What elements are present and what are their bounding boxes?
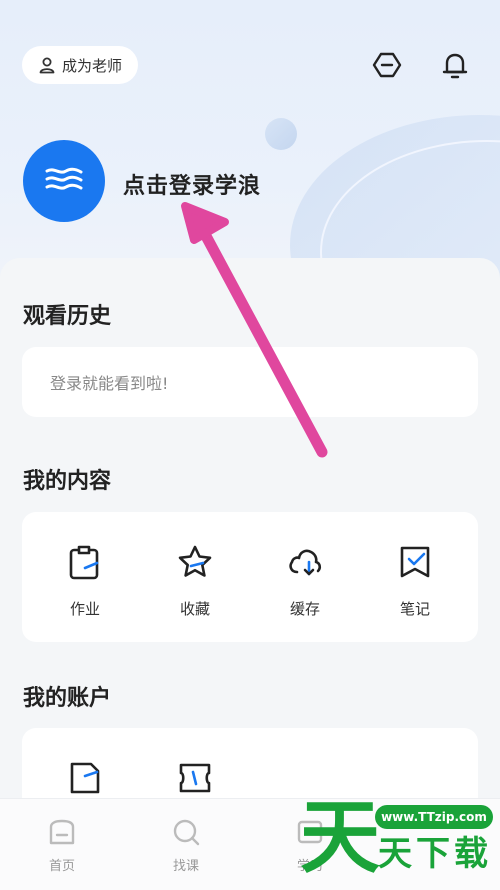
content-item-label: 作业: [69, 600, 100, 618]
tab-label: 找课: [172, 859, 199, 874]
bell-icon: [442, 53, 468, 79]
content-item-label: 收藏: [179, 600, 210, 618]
watermark-name: 天下载: [378, 834, 492, 874]
watermark-big-char: 天: [300, 791, 380, 884]
notifications-button[interactable]: [438, 48, 472, 82]
avatar[interactable]: [23, 140, 105, 222]
my-account-title: 我的账户: [23, 686, 112, 711]
history-empty-text: 登录就能看到啦!: [50, 374, 169, 393]
login-prompt[interactable]: 点击登录学浪: [123, 168, 261, 200]
coupon-icon: [179, 763, 211, 793]
content-item-favorites[interactable]: 收藏: [145, 544, 245, 619]
watermark-logo: 天 www.TTzip.com 天下载: [300, 793, 500, 889]
content-item-cache[interactable]: 缓存: [255, 544, 355, 619]
cloud-download-icon: [289, 549, 322, 576]
scan-button[interactable]: [370, 48, 404, 82]
history-title: 观看历史: [23, 304, 112, 329]
tab-find-course[interactable]: 找课: [151, 817, 221, 874]
tab-label: 首页: [48, 859, 75, 874]
become-teacher-label: 成为老师: [61, 56, 122, 75]
orders-icon: [70, 762, 100, 794]
home-icon: [49, 819, 75, 845]
star-icon: [178, 545, 212, 577]
my-content-card: 作业 收藏 缓存 笔记: [22, 512, 478, 642]
my-content-title: 我的内容: [23, 469, 112, 494]
content-item-notes[interactable]: 笔记: [365, 544, 465, 619]
content-item-label: 缓存: [289, 600, 320, 618]
account-item-coupon[interactable]: [145, 760, 245, 800]
become-teacher-button[interactable]: 成为老师: [22, 46, 138, 84]
watermark-url: www.TTzip.com: [375, 805, 493, 829]
notes-icon: [400, 546, 430, 578]
person-icon: [39, 57, 55, 74]
xuelang-logo-icon: [45, 167, 83, 190]
tab-home[interactable]: 首页: [27, 817, 97, 874]
content-item-label: 笔记: [399, 600, 430, 618]
history-card[interactable]: 登录就能看到啦!: [22, 347, 478, 417]
account-item-orders[interactable]: [35, 760, 135, 800]
search-course-icon: [173, 819, 200, 846]
homework-icon: [69, 545, 99, 580]
hexagon-minus-icon: [372, 52, 402, 78]
content-item-homework[interactable]: 作业: [35, 544, 135, 619]
decorative-bubble: [265, 118, 297, 150]
